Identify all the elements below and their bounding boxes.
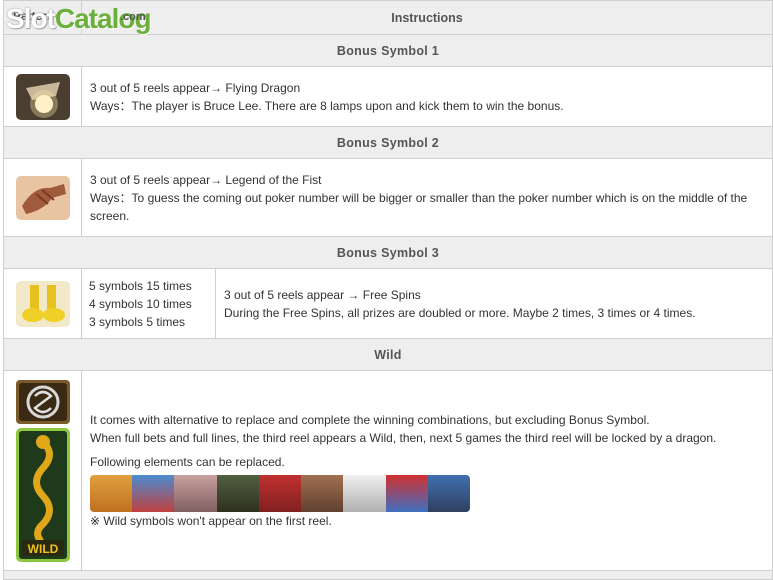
lamp-icon	[15, 73, 70, 120]
pay-3-symbols: 3 symbols 5 times	[89, 314, 186, 329]
bonus-1-trigger: 3 out of 5 reels appear→ Flying Dragon	[90, 80, 301, 95]
bonus-1-row: 3 out of 5 reels appear→ Flying Dragon W…	[4, 67, 772, 127]
hand-icon	[15, 175, 70, 220]
bonus-3-paytable: 5 symbols 15 times 4 symbols 10 times 3 …	[82, 269, 216, 338]
section-title-wild: Wild	[4, 339, 772, 371]
bonus-3-row: 5 symbols 15 times 4 symbols 10 times 3 …	[4, 269, 772, 339]
wild-row: WILD It comes with alternative to replac…	[4, 371, 772, 571]
wild-symbol-label: WILD	[27, 542, 58, 556]
replaceable-symbols-strip	[90, 475, 470, 512]
wild-pattern: WILD	[4, 371, 82, 570]
paytable: Instructions Bonus Symbol 1 3 out of 5 r…	[3, 0, 773, 580]
symbol-5	[258, 475, 302, 512]
wild-lock-text: When full bets and full lines, the third…	[90, 431, 717, 445]
symbol-8	[385, 475, 428, 512]
bonus-2-trigger: 3 out of 5 reels appear→ Legend of the F…	[90, 172, 322, 187]
symbol-4	[216, 475, 259, 512]
section-title-bonus-2: Bonus Symbol 2	[4, 127, 772, 159]
bonus-2-pattern	[4, 159, 82, 236]
section-title-bonus-3: Bonus Symbol 3	[4, 237, 772, 269]
golden-dragon-wild-icon: WILD	[15, 427, 70, 562]
bonus-1-pattern	[4, 67, 82, 126]
symbol-9	[427, 475, 470, 512]
bonus-2-row: 3 out of 5 reels appear→ Legend of the F…	[4, 159, 772, 237]
dragon-medallion-icon	[15, 379, 70, 424]
bonus-3-pattern	[4, 269, 82, 338]
wild-replace-heading: Following elements can be replaced.	[90, 455, 285, 469]
yellow-shoes-icon	[15, 280, 70, 327]
bonus-2-ways: Ways：To guess the coming out poker numbe…	[90, 190, 748, 223]
slotcatalog-watermark: SlotCatalog .com	[6, 3, 152, 34]
symbol-2	[132, 475, 175, 512]
section-title-bonus-1: Bonus Symbol 1	[4, 35, 772, 67]
watermark-com: .com	[120, 11, 146, 23]
pay-4-symbols: 4 symbols 10 times	[89, 296, 192, 311]
wild-description: It comes with alternative to replace and…	[82, 371, 772, 570]
symbol-1	[90, 475, 133, 512]
bonus-1-ways: Ways：The player is Bruce Lee. There are …	[90, 98, 564, 113]
pay-5-symbols: 5 symbols 15 times	[89, 278, 192, 293]
wild-first-reel-note: ※ Wild symbols won't appear on the first…	[90, 514, 332, 528]
symbol-7	[343, 475, 386, 512]
symbol-6	[301, 475, 344, 512]
bonus-3-free-spins: During the Free Spins, all prizes are do…	[224, 305, 696, 320]
wild-substitute-text: It comes with alternative to replace and…	[90, 413, 650, 427]
watermark-slot: Slot	[6, 3, 56, 34]
symbol-3	[174, 475, 217, 512]
bonus-3-trigger: 3 out of 5 reels appear → Free Spins	[224, 287, 421, 302]
instructions-header: Instructions	[391, 10, 463, 25]
